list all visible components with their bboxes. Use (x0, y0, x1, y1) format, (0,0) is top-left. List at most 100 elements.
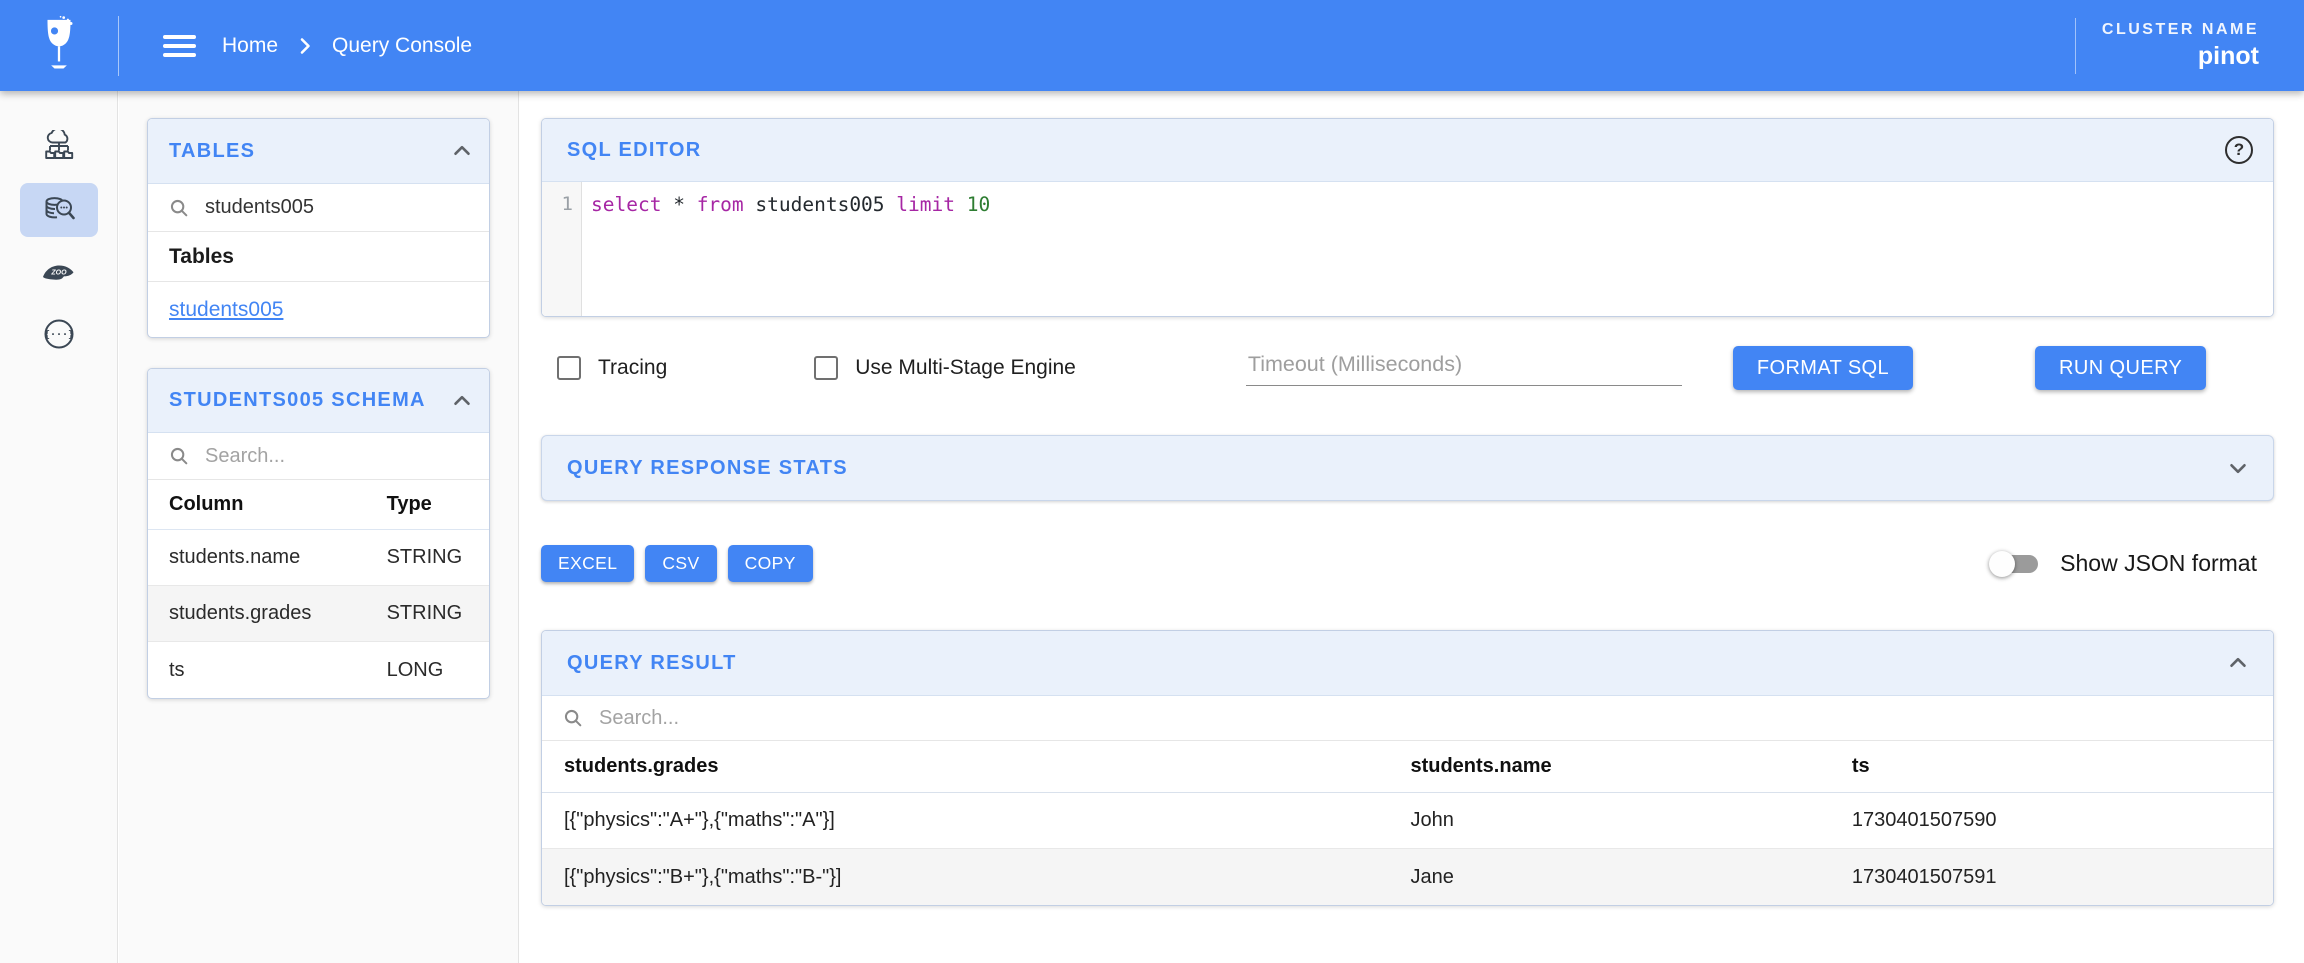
tracing-option: Tracing (557, 356, 667, 380)
schema-table-header: Column Type (148, 480, 489, 530)
search-icon (564, 709, 582, 727)
excel-button[interactable]: EXCEL (541, 545, 635, 582)
query-result-panel: QUERY RESULT students.grades students.na… (541, 630, 2274, 906)
breadcrumb-home-link[interactable]: Home (222, 34, 278, 58)
sql-editor-panel: SQL EDITOR ? 1 select * from students005… (541, 118, 2274, 317)
chevron-up-icon[interactable] (449, 138, 475, 164)
sql-editor-header: SQL EDITOR ? (542, 119, 2273, 182)
schema-row: students.name STRING (148, 530, 489, 586)
sql-token: limit (896, 193, 955, 216)
result-col-header-grades[interactable]: students.grades (542, 755, 1388, 778)
schema-search-row (148, 433, 489, 480)
cluster-name-value: pinot (2197, 41, 2259, 70)
show-json-toggle[interactable] (1989, 550, 2039, 577)
table-link-students005[interactable]: students005 (169, 298, 283, 322)
schema-row: students.grades STRING (148, 586, 489, 642)
show-json-label: Show JSON format (2060, 550, 2257, 576)
result-col-header-name[interactable]: students.name (1388, 755, 1829, 778)
schema-cell-type: STRING (386, 602, 463, 624)
sql-editor-title: SQL EDITOR (567, 138, 702, 161)
zookeeper-icon: ZOO (42, 265, 73, 280)
editor-line-number: 1 (542, 182, 582, 316)
sidebar-item-swagger[interactable]: {···} (20, 307, 98, 361)
schema-col-header-column: Column (169, 493, 244, 515)
schema-col-header-type: Type (386, 493, 432, 515)
sql-code-editor[interactable]: 1 select * from students005 limit 10 (542, 182, 2273, 316)
tables-panel-title: TABLES (169, 139, 256, 162)
timeout-input[interactable] (1245, 350, 1682, 378)
result-cell-name: Jane (1410, 865, 1454, 888)
pinot-wine-glass-icon (47, 15, 73, 68)
schema-cell-column: students.name (169, 546, 301, 568)
cluster-divider (2074, 17, 2076, 74)
tables-panel-header[interactable]: TABLES (148, 119, 489, 184)
query-console-icon (45, 197, 75, 220)
sql-token: select (591, 193, 662, 216)
breadcrumb-current: Query Console (332, 33, 473, 57)
tracing-label: Tracing (598, 356, 668, 379)
schema-panel-header[interactable]: STUDENTS005 SCHEMA (148, 369, 489, 433)
result-search-input[interactable] (597, 705, 2259, 731)
export-toolbar: EXCEL CSV COPY Show JSON format (541, 545, 2274, 582)
result-cell-ts: 1730401507590 (1851, 809, 1997, 831)
multistage-checkbox[interactable] (814, 356, 839, 380)
chevron-down-icon[interactable] (2225, 455, 2251, 481)
schema-cell-column: students.grades (169, 602, 312, 624)
schema-cell-column: ts (169, 658, 185, 681)
chevron-up-icon[interactable] (2225, 650, 2251, 676)
query-response-stats-panel[interactable]: QUERY RESPONSE STATS (541, 435, 2274, 501)
tables-panel: TABLES Tables students005 (147, 118, 490, 338)
tracing-checkbox[interactable] (557, 356, 581, 380)
sidebar-item-zookeeper[interactable]: ZOO (20, 245, 98, 299)
pinot-query-console: Home Query Console CLUSTER NAME pinot ZO… (0, 0, 2304, 963)
format-sql-button[interactable]: FORMAT SQL (1732, 346, 1914, 390)
menu-toggle-button[interactable] (163, 34, 196, 57)
chevron-right-icon (300, 37, 310, 54)
result-search-row (542, 696, 2273, 741)
sidebar-item-query-console[interactable] (19, 183, 98, 237)
cluster-name-label: CLUSTER NAME (2101, 20, 2259, 38)
sidebar-item-cluster-manager[interactable] (20, 121, 98, 175)
result-table-row: [{"physics":"A+"},{"maths":"A"}] John 17… (542, 793, 2273, 849)
schema-row: ts LONG (148, 642, 489, 698)
tables-list-header: Tables (148, 232, 489, 282)
swagger-icon-text: {···} (43, 330, 73, 341)
app-header: Home Query Console CLUSTER NAME pinot (0, 0, 2304, 91)
schema-cell-type: STRING (386, 546, 463, 568)
help-glyph: ? (2233, 140, 2245, 159)
result-table-header: students.grades students.name ts (542, 741, 2273, 793)
swagger-icon: {···} (43, 319, 74, 349)
sql-token: students005 (743, 193, 897, 216)
copy-button[interactable]: COPY (727, 545, 813, 582)
left-panel: TABLES Tables students005 STUDENTS005 SC… (119, 91, 519, 963)
chevron-up-icon[interactable] (449, 388, 475, 414)
result-cell-grades: [{"physics":"B+"},{"maths":"B-"}] (564, 865, 842, 888)
query-result-title: QUERY RESULT (567, 651, 737, 674)
cluster-manager-icon (44, 130, 73, 159)
json-format-control: Show JSON format (1989, 550, 2274, 577)
sql-token: from (696, 193, 744, 216)
pinot-logo[interactable] (0, 15, 118, 77)
table-list-item: students005 (148, 282, 489, 337)
run-query-button[interactable]: RUN QUERY (2035, 346, 2207, 390)
cluster-info: CLUSTER NAME pinot (2074, 17, 2259, 74)
schema-panel: STUDENTS005 SCHEMA Column Type students.… (147, 368, 490, 699)
schema-search-input[interactable] (203, 443, 475, 469)
csv-button[interactable]: CSV (645, 545, 717, 582)
help-icon[interactable]: ? (2225, 136, 2253, 164)
zookeeper-icon-text: ZOO (50, 270, 67, 277)
toggle-knob (1989, 550, 2016, 577)
result-cell-grades: [{"physics":"A+"},{"maths":"A"}] (564, 809, 835, 831)
search-icon (170, 447, 188, 465)
header-divider (118, 15, 119, 76)
tables-search-row (148, 184, 489, 232)
sql-token: * (661, 193, 697, 216)
result-cell-ts: 1730401507591 (1851, 865, 1997, 888)
sidebar: ZOO {···} (0, 91, 118, 963)
tables-search-input[interactable] (203, 195, 475, 220)
query-result-header[interactable]: QUERY RESULT (542, 631, 2273, 696)
result-col-header-ts[interactable]: ts (1830, 755, 2273, 778)
timeout-field-wrap (1245, 350, 1682, 386)
sql-query-text[interactable]: select * from students005 limit 10 (582, 182, 990, 316)
